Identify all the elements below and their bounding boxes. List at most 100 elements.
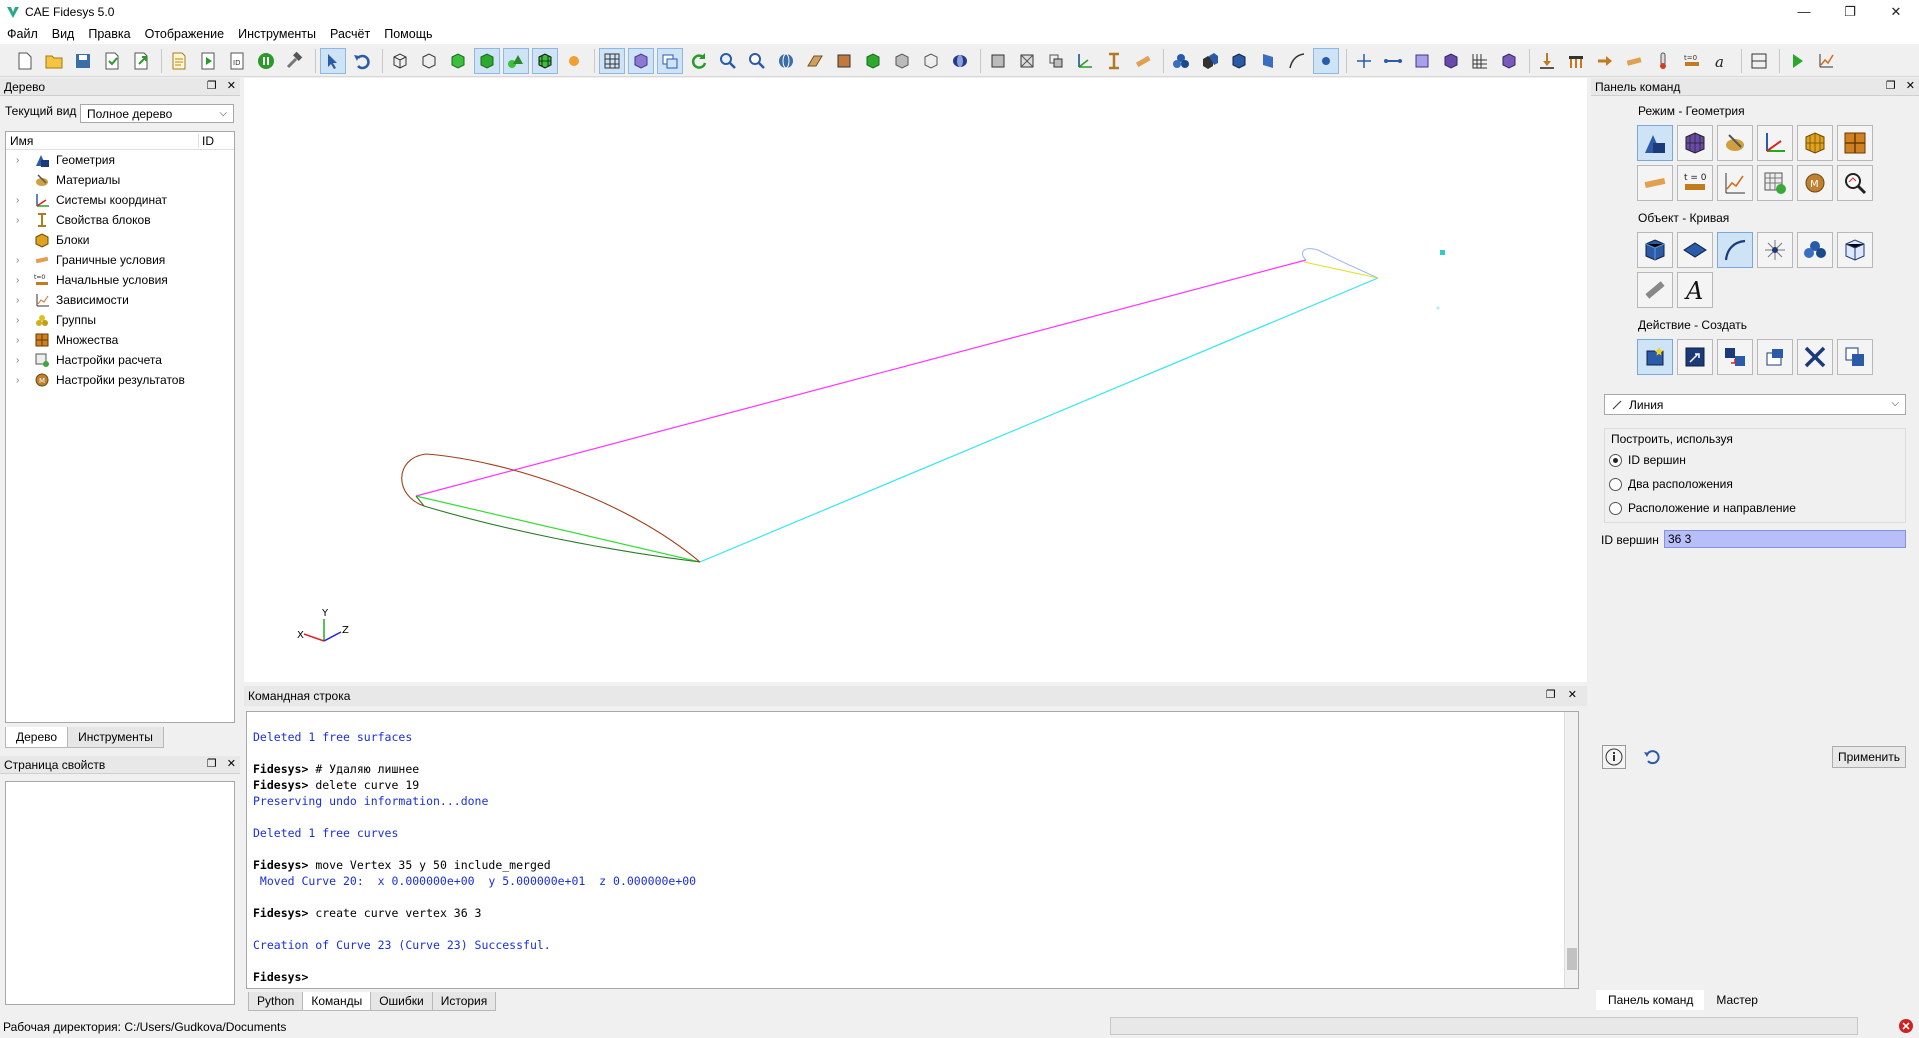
tree-item-boundary-conditions[interactable]: › Граничные условия xyxy=(6,250,234,270)
info-button[interactable] xyxy=(1602,745,1626,769)
mode-calc-settings-button[interactable] xyxy=(1757,165,1793,201)
shapes-button[interactable] xyxy=(503,47,529,74)
menu-tools[interactable]: Инструменты xyxy=(231,27,323,41)
menu-file[interactable]: Файл xyxy=(0,27,45,41)
float-icon[interactable]: ❐ xyxy=(207,79,217,92)
mode-mesh-button[interactable] xyxy=(1677,125,1713,161)
menu-help[interactable]: Помощь xyxy=(377,27,439,41)
edge-element-button[interactable] xyxy=(1380,48,1406,74)
object-group-button[interactable] xyxy=(1837,232,1873,268)
vertex-button[interactable] xyxy=(1313,47,1339,74)
volumes-button[interactable] xyxy=(1197,48,1223,74)
tree-item-coordinate-systems[interactable]: › Системы координат xyxy=(6,190,234,210)
tree-item-materials[interactable]: Материалы xyxy=(6,170,234,190)
select-mode-button[interactable] xyxy=(320,47,346,74)
action-transform-button[interactable] xyxy=(1717,339,1753,375)
element-cube-button[interactable] xyxy=(1496,48,1522,74)
mode-coords-button[interactable] xyxy=(1757,125,1793,161)
mode-blocks-button[interactable] xyxy=(1797,125,1833,161)
float-icon[interactable]: ❐ xyxy=(207,757,217,770)
option-two-locations[interactable]: Два расположения xyxy=(1609,477,1733,491)
expand-arrow-icon[interactable]: › xyxy=(16,155,28,166)
tree-item-initial-conditions[interactable]: › t=0 Начальные условия xyxy=(6,270,234,290)
tab-command-3[interactable]: История xyxy=(431,992,497,1011)
wireframe-button[interactable] xyxy=(387,48,413,74)
new-file-button[interactable] xyxy=(12,48,38,74)
axes-button[interactable] xyxy=(1072,48,1098,74)
transparent-button[interactable] xyxy=(628,47,654,74)
action-copy-button[interactable] xyxy=(1757,339,1793,375)
expand-arrow-icon[interactable]: › xyxy=(16,255,28,266)
zoom-out-button[interactable] xyxy=(744,48,770,74)
assembly-button[interactable] xyxy=(1168,48,1194,74)
run-button[interactable] xyxy=(1784,48,1810,74)
tree-item-results-settings[interactable]: › M Настройки результатов xyxy=(6,370,234,390)
tab-tree[interactable]: Дерево xyxy=(5,727,69,748)
view-back-button[interactable] xyxy=(860,48,886,74)
hex-element-button[interactable] xyxy=(1438,48,1464,74)
mode-sets-button[interactable] xyxy=(1837,125,1873,161)
mode-functions-button[interactable] xyxy=(1717,165,1753,201)
save-button[interactable] xyxy=(70,48,96,74)
expand-arrow-icon[interactable]: › xyxy=(16,295,28,306)
clip-button[interactable] xyxy=(985,48,1011,74)
refresh-button[interactable] xyxy=(686,48,712,74)
action-delete-button[interactable] xyxy=(1797,339,1833,375)
action-modify-button[interactable] xyxy=(1677,339,1713,375)
cut-button[interactable] xyxy=(1014,48,1040,74)
initial-button[interactable]: t=0 xyxy=(1679,48,1705,74)
mode-postprocess-button[interactable] xyxy=(1837,165,1873,201)
command-output[interactable]: Deleted 1 free surfaces Fidesys> # Удаляю… xyxy=(246,711,1579,989)
force-button[interactable] xyxy=(1592,48,1618,74)
error-icon[interactable] xyxy=(1898,1018,1914,1034)
face-element-button[interactable] xyxy=(1409,48,1435,74)
mode-initial-button[interactable]: t = 0 xyxy=(1677,165,1713,201)
mesh-display-button[interactable] xyxy=(532,47,558,74)
apply-button[interactable]: Применить xyxy=(1832,746,1906,768)
float-icon[interactable]: ❐ xyxy=(1546,688,1556,701)
object-body-button[interactable] xyxy=(1797,232,1833,268)
run-script-button[interactable] xyxy=(195,48,221,74)
tree-item-geometry[interactable]: › Геометрия xyxy=(6,150,234,170)
reset-button[interactable] xyxy=(1640,745,1664,769)
shaded-button[interactable] xyxy=(445,48,471,74)
expand-arrow-icon[interactable]: › xyxy=(16,375,28,386)
tree-item-blocks[interactable]: Блоки xyxy=(6,230,234,250)
menu-view[interactable]: Вид xyxy=(45,27,82,41)
tree-item-dependencies[interactable]: › Зависимости xyxy=(6,290,234,310)
rotate-view-button[interactable] xyxy=(773,48,799,74)
expand-arrow-icon[interactable]: › xyxy=(16,335,28,346)
action-other-button[interactable] xyxy=(1837,339,1873,375)
expand-arrow-icon[interactable]: › xyxy=(16,275,28,286)
volume-button[interactable] xyxy=(1226,48,1252,74)
mode-results-button[interactable]: M xyxy=(1797,165,1833,201)
close-icon[interactable]: ✕ xyxy=(227,757,236,770)
view-top-button[interactable] xyxy=(889,48,915,74)
text-button[interactable]: a xyxy=(1708,48,1734,74)
tree-item-groups[interactable]: › Группы xyxy=(6,310,234,330)
close-icon[interactable]: ✕ xyxy=(1568,688,1577,701)
mode-geometry-button[interactable] xyxy=(1637,125,1673,161)
tools-button[interactable] xyxy=(282,48,308,74)
option-location-direction[interactable]: Расположение и направление xyxy=(1609,501,1796,515)
tree-item-sets[interactable]: › Множества xyxy=(6,330,234,350)
ruler-button[interactable] xyxy=(1130,48,1156,74)
expand-arrow-icon[interactable]: › xyxy=(16,215,28,226)
close-window-button[interactable]: ✕ xyxy=(1873,0,1919,23)
object-text-button[interactable]: A xyxy=(1677,272,1713,308)
section-button[interactable] xyxy=(1043,48,1069,74)
pressure-button[interactable] xyxy=(1621,48,1647,74)
expand-arrow-icon[interactable]: › xyxy=(16,355,28,366)
menu-calculation[interactable]: Расчёт xyxy=(323,27,377,41)
grid-button[interactable] xyxy=(599,47,625,74)
open-file-button[interactable] xyxy=(41,48,67,74)
tab-command-1[interactable]: Команды xyxy=(302,992,372,1011)
script-button[interactable] xyxy=(166,48,192,74)
hidden-line-button[interactable] xyxy=(416,48,442,74)
close-icon[interactable]: ✕ xyxy=(227,79,236,92)
restore-button[interactable]: ❐ xyxy=(1827,0,1873,23)
windows-button[interactable] xyxy=(657,47,683,74)
tree-item-block-properties[interactable]: › Свойства блоков xyxy=(6,210,234,230)
results-button[interactable] xyxy=(1813,48,1839,74)
command-scrollbar[interactable] xyxy=(1564,712,1578,988)
